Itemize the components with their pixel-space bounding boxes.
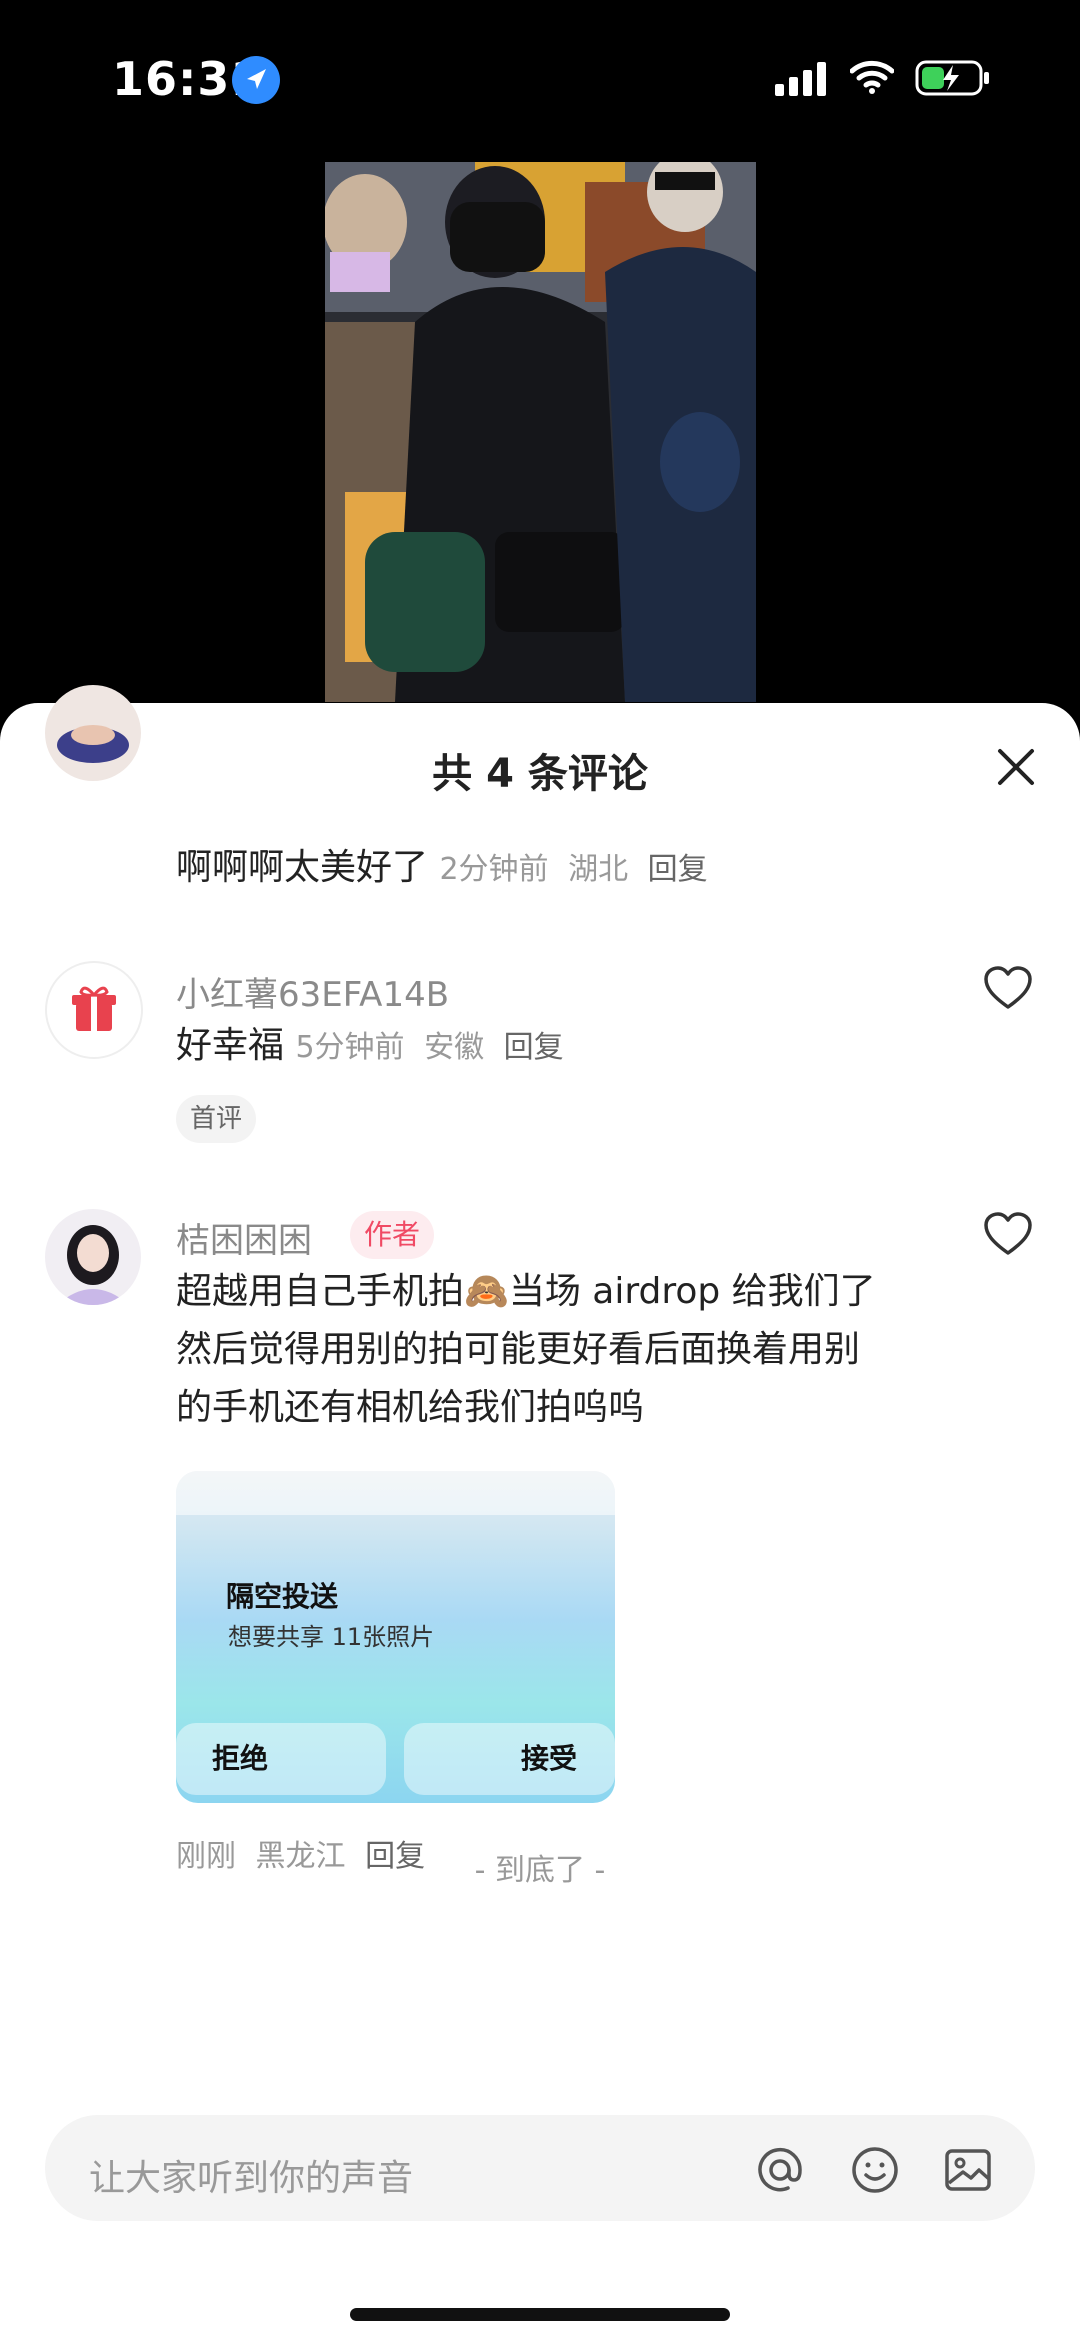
comment-image[interactable]: 隔空投送 想要共享 11张照片 拒绝 接受 [176,1471,615,1803]
comment-line: 超越用自己手机拍🙈当场 airdrop 给我们了 [176,1271,876,1312]
comment-location: 安徽 [424,1030,485,1065]
battery-charging-icon [915,60,989,96]
image-icon[interactable] [943,2145,993,2195]
author-badge: 作者 [350,1211,435,1259]
emoji-icon[interactable] [850,2145,900,2195]
comment-input[interactable]: 让大家听到你的声音 [45,2115,1035,2221]
gift-icon [72,986,116,1031]
reply-button[interactable]: 回复 [648,852,708,887]
comment-text: 啊啊啊太美好了 2分钟前 湖北 回复 [176,839,708,899]
comment-text: 好幸福 5分钟前 安徽 回复 [176,1017,564,1077]
reply-button[interactable]: 回复 [504,1030,564,1065]
accept-button: 接受 [404,1723,615,1795]
avatar[interactable] [45,685,141,781]
username[interactable]: 桔困困困 [176,1213,312,1262]
avatar[interactable] [45,1209,141,1305]
airdrop-subtitle: 想要共享 11张照片 [228,1623,435,1651]
comment-line: 的手机还有相机给我们拍呜呜 [176,1387,645,1428]
sheet-title: 共 4 条评论 [432,751,648,797]
comment-body: 啊啊啊太美好了 [176,847,429,888]
first-comment-badge: 首评 [176,1095,257,1143]
end-of-list-text: - 到底了 - [474,1853,606,1888]
close-icon[interactable] [992,743,1040,791]
comment-time: 2分钟前 [439,852,549,887]
heart-icon[interactable] [983,965,1033,1011]
status-bar: 16:31 [0,0,1080,150]
location-arrow-icon [232,56,280,104]
heart-icon[interactable] [983,1211,1033,1257]
wifi-icon [850,60,894,94]
video-thumbnail[interactable] [325,162,756,702]
comment-time: 5分钟前 [295,1030,405,1065]
input-placeholder: 让大家听到你的声音 [89,2158,414,2199]
airdrop-title: 隔空投送 [226,1580,339,1613]
decline-button: 拒绝 [176,1723,386,1795]
comment-text: 超越用自己手机拍🙈当场 airdrop 给我们了 然后觉得用别的拍可能更好看后面… [176,1263,996,1437]
username[interactable]: 小红薯63EFA14B [176,967,449,1016]
comment-body: 好幸福 [176,1025,285,1066]
cellular-signal-icon [775,62,826,96]
comment-location: 湖北 [568,852,629,887]
home-indicator[interactable] [350,2308,730,2321]
comments-sheet: 共 4 条评论 啊啊啊太美好了 2分钟前 湖北 回复 小红薯63EFA14B 好… [0,685,1080,2341]
comment-line: 然后觉得用别的拍可能更好看后面换着用别 [176,1329,861,1370]
mention-icon[interactable] [755,2145,805,2195]
avatar[interactable] [45,961,143,1059]
card-status-strip [176,1471,615,1515]
